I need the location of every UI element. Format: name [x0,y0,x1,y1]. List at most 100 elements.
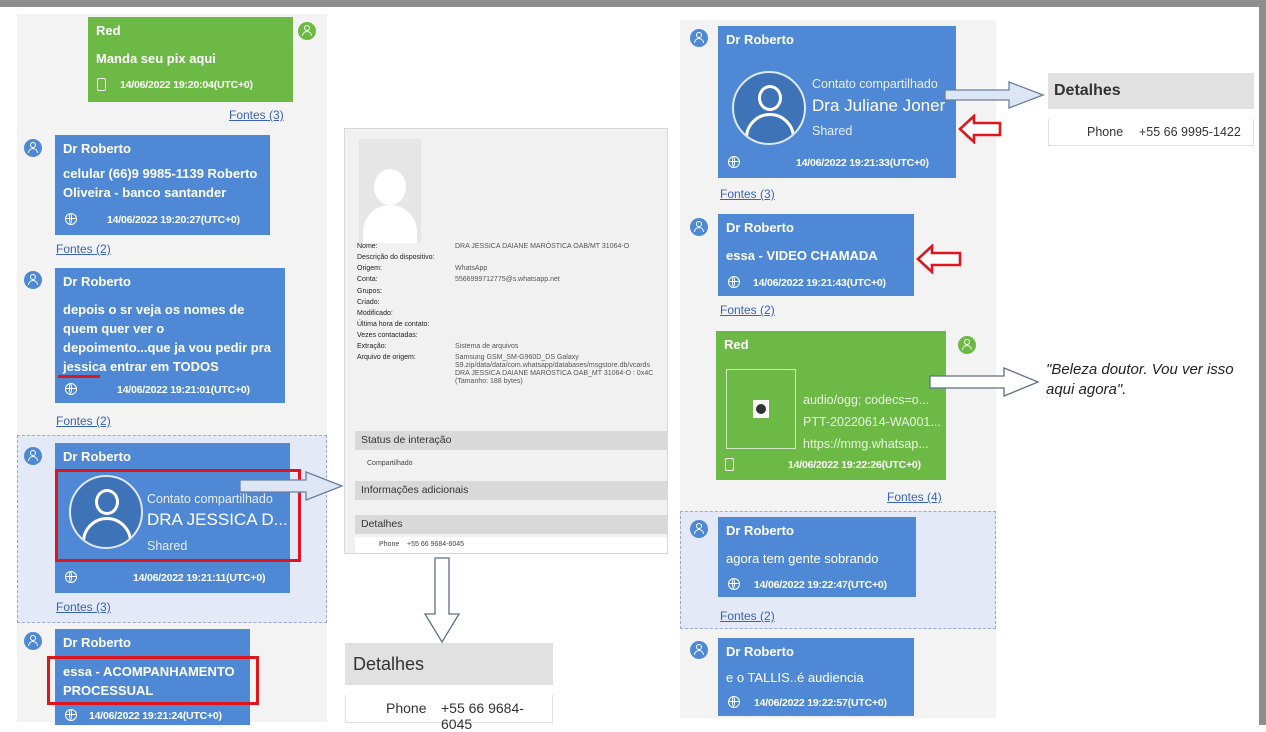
contact-title: Contato compartilhado [812,77,938,91]
audio-file-thumbnail[interactable] [726,369,796,449]
phone-value: +55 66 9684-6045 [441,700,524,732]
sender-name: Red [96,23,121,38]
message-timestamp: 14/06/2022 19:22:57(UTC+0) [754,697,887,709]
message-timestamp: 14/06/2022 19:20:04(UTC+0) [120,79,253,91]
contact-photo-placeholder [359,139,421,243]
phone-label: Phone [1087,125,1124,139]
red-arrow-left-icon [916,244,962,274]
status-value: Compartilhado [367,460,413,467]
sender-name: Dr Roberto [63,141,131,156]
media-url: https://mmg.whatsap... [803,437,929,451]
media-filename: PTT-20220614-WA001... [803,415,941,429]
globe-icon [65,383,77,395]
fontes-link[interactable]: Fontes (2) [56,242,111,256]
message-text: essa - VIDEO CHAMADA [726,248,878,263]
details-title: Detalhes [345,643,553,685]
message-line: depois o sr veja os nomes de [63,302,245,317]
field-value-extraction: Sistema de arquivos [455,343,519,350]
fontes-link[interactable]: Fontes (2) [720,609,775,623]
field-label: Extração: [357,343,387,350]
field-label: Nome: [357,243,378,250]
details-phone-row: Phone +55 66 9684-6045 [345,695,553,732]
chat-bubble-red[interactable]: Red Manda seu pix aqui 14/06/2022 19:20:… [88,17,293,102]
section-additional-info: Informações adicionais [355,481,667,500]
chat-bubble-dr-roberto[interactable]: Dr Roberto depois o sr veja os nomes de … [55,268,285,403]
message-line: depoimento...que ja vou pedir pra [63,340,272,355]
contact-details-report: Nome: Descrição do dispositivo: Origem: … [344,128,668,554]
field-label: Descrição do dispositivo: [357,254,435,261]
chat-bubble-dr-roberto[interactable]: Dr Roberto celular (66)9 9985-1139 Rober… [55,135,270,235]
arrow-right-icon [239,471,344,501]
contact-shared-label: Shared [812,124,853,138]
contact-avatar-icon [690,641,708,659]
field-label: Conta: [357,276,378,283]
globe-icon [65,709,77,721]
chat-bubble-dr-roberto[interactable]: Dr Roberto essa - VIDEO CHAMADA 14/06/20… [718,214,914,296]
fontes-link[interactable]: Fontes (3) [229,108,284,122]
field-label: Criado: [357,299,380,306]
sender-name: Dr Roberto [63,274,131,289]
message-text: e o TALLIS..é audiencia [726,670,864,685]
phone-label: Phone [386,700,427,716]
fontes-link[interactable]: Fontes (2) [56,414,111,428]
globe-icon [728,276,740,288]
chat-bubble-shared-contact[interactable]: Dr Roberto Contato compartilhado Dra Jul… [718,26,956,178]
message-timestamp: 14/06/2022 19:21:24(UTC+0) [89,710,222,722]
contact-avatar-icon [24,447,42,465]
arrow-right-icon [929,367,1040,397]
red-highlight-box [47,656,259,705]
globe-icon [65,571,77,583]
message-timestamp: 14/06/2022 19:21:43(UTC+0) [753,277,886,289]
details-phone-row: Phone +55 66 9684-6045 [355,537,667,553]
chat-bubble-red-audio[interactable]: Red audio/ogg; codecs=o... PTT-20220614-… [716,331,946,480]
field-label: Vezes contactadas: [357,332,418,339]
message-text: agora tem gente sobrando [726,551,879,566]
sender-name: Dr Roberto [63,449,131,464]
phone-label: Phone [379,541,400,548]
details-panel-bottom: Detalhes Phone +55 66 9684-6045 [345,643,553,732]
audio-transcription-quote: "Beleza doutor. Vou ver isso aqui agora"… [1046,361,1234,398]
sender-name: Dr Roberto [726,32,794,47]
message-line: Oliveira - banco santander [63,185,227,200]
details-phone-row: Phone +55 66 9995-1422 [1048,119,1254,146]
sender-name: Dr Roberto [63,635,131,650]
field-value-account: 5566999712775@s.whatsapp.net [455,276,560,283]
section-details: Detalhes [355,515,667,534]
field-label: Modificado: [357,310,393,317]
chat-bubble-dr-roberto[interactable]: Dr Roberto e o TALLIS..é audiencia 14/06… [718,638,914,716]
fontes-link[interactable]: Fontes (3) [720,187,775,201]
sender-name: Dr Roberto [726,220,794,235]
message-line: quem quer ver o [63,321,165,336]
contact-avatar-icon [24,271,42,289]
red-arrow-left-icon [958,114,1002,144]
message-timestamp: 14/06/2022 19:22:47(UTC+0) [754,579,887,591]
field-label: Origem: [357,265,382,272]
media-mime-type: audio/ogg; codecs=o... [803,393,930,407]
red-underline-annotation [58,375,100,378]
contact-avatar-icon [298,22,316,40]
field-label: Grupos: [357,288,382,295]
message-timestamp: 14/06/2022 19:21:11(UTC+0) [133,572,266,584]
phone-icon [725,458,734,471]
globe-icon [728,156,740,168]
arrow-down-icon [423,557,461,644]
section-status: Status de interação [355,431,667,450]
fontes-link[interactable]: Fontes (2) [720,303,775,317]
message-timestamp: 14/06/2022 19:21:33(UTC+0) [796,157,929,169]
sender-name: Red [724,337,749,352]
message-line: celular (66)9 9985-1139 Roberto [63,166,258,181]
fontes-link[interactable]: Fontes (3) [56,600,111,614]
chat-bubble-dr-roberto[interactable]: Dr Roberto agora tem gente sobrando 14/0… [718,517,916,597]
arrow-right-icon [944,81,1045,109]
fontes-link[interactable]: Fontes (4) [887,490,942,504]
field-value-source-file: Samsung GSM_SM-G960D_DS Galaxy S9.zip/da… [455,354,654,385]
details-title: Detalhes [1048,73,1254,109]
contact-avatar-icon [958,336,976,354]
phone-value: +55 66 9995-1422 [1139,125,1241,139]
sender-name: Dr Roberto [726,523,794,538]
phone-icon [97,78,106,91]
message-timestamp: 14/06/2022 19:20:27(UTC+0) [107,214,240,226]
message-line: jessica entrar em TODOS [63,359,219,374]
field-label: Arquivo de origem: [357,354,416,361]
details-panel-right: Detalhes Phone +55 66 9995-1422 [1048,73,1254,146]
